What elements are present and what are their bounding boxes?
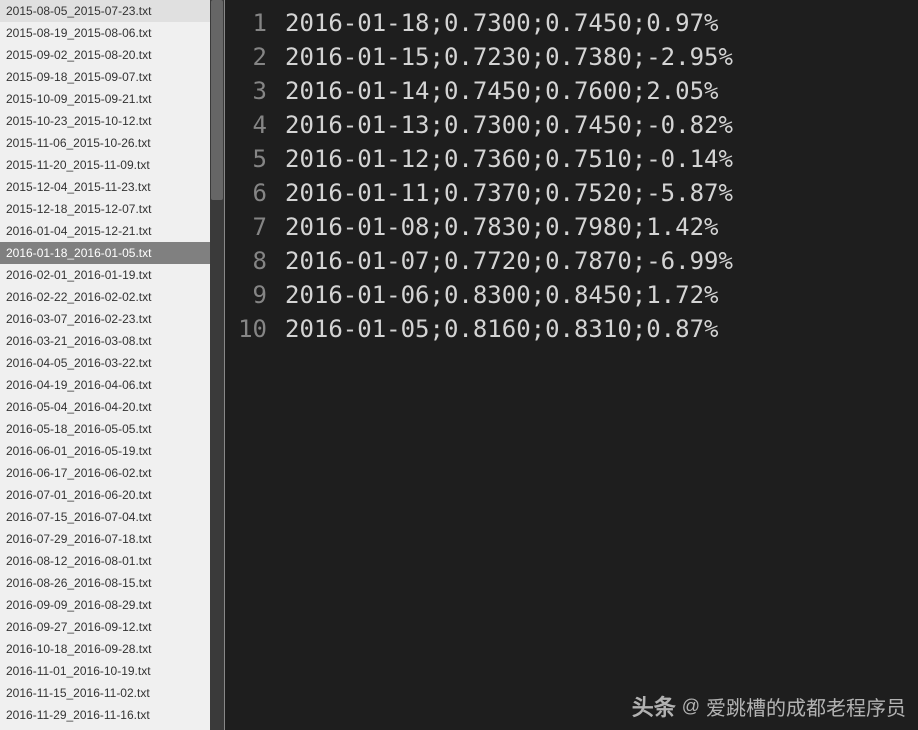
code-line[interactable]: 2016-01-07;0.7720;0.7870;-6.99% <box>285 244 918 278</box>
file-item[interactable]: 2016-01-04_2015-12-21.txt <box>0 220 224 242</box>
file-item[interactable]: 2016-06-17_2016-06-02.txt <box>0 462 224 484</box>
file-item[interactable]: 2016-11-29_2016-11-16.txt <box>0 704 224 726</box>
file-list: 2015-08-05_2015-07-23.txt2015-08-19_2015… <box>0 0 224 730</box>
file-item[interactable]: 2016-05-18_2016-05-05.txt <box>0 418 224 440</box>
code-line[interactable]: 2016-01-05;0.8160;0.8310;0.87% <box>285 312 918 346</box>
file-item[interactable]: 2016-07-15_2016-07-04.txt <box>0 506 224 528</box>
file-item[interactable]: 2015-09-18_2015-09-07.txt <box>0 66 224 88</box>
file-item[interactable]: 2016-08-26_2016-08-15.txt <box>0 572 224 594</box>
line-number: 4 <box>225 108 267 142</box>
file-item[interactable]: 2016-09-09_2016-08-29.txt <box>0 594 224 616</box>
file-item[interactable]: 2015-11-06_2015-10-26.txt <box>0 132 224 154</box>
code-line[interactable]: 2016-01-13;0.7300;0.7450;-0.82% <box>285 108 918 142</box>
code-line[interactable]: 2016-01-06;0.8300;0.8450;1.72% <box>285 278 918 312</box>
file-item[interactable]: 2016-04-05_2016-03-22.txt <box>0 352 224 374</box>
code-line[interactable]: 2016-01-12;0.7360;0.7510;-0.14% <box>285 142 918 176</box>
line-number: 1 <box>225 6 267 40</box>
code-line[interactable]: 2016-01-15;0.7230;0.7380;-2.95% <box>285 40 918 74</box>
file-item[interactable]: 2016-11-15_2016-11-02.txt <box>0 682 224 704</box>
file-sidebar[interactable]: 2015-08-05_2015-07-23.txt2015-08-19_2015… <box>0 0 225 730</box>
file-item[interactable]: 2015-10-09_2015-09-21.txt <box>0 88 224 110</box>
line-number: 9 <box>225 278 267 312</box>
file-item[interactable]: 2016-03-07_2016-02-23.txt <box>0 308 224 330</box>
file-item[interactable]: 2016-04-19_2016-04-06.txt <box>0 374 224 396</box>
file-item[interactable]: 2015-09-02_2015-08-20.txt <box>0 44 224 66</box>
line-number: 6 <box>225 176 267 210</box>
file-item[interactable]: 2015-10-23_2015-10-12.txt <box>0 110 224 132</box>
file-item[interactable]: 2016-01-18_2016-01-05.txt <box>0 242 224 264</box>
file-item[interactable]: 2016-12-13_2016-11-30.txt <box>0 726 224 730</box>
file-item[interactable]: 2016-07-01_2016-06-20.txt <box>0 484 224 506</box>
code-line[interactable]: 2016-01-18;0.7300;0.7450;0.97% <box>285 6 918 40</box>
sidebar-scrollbar-thumb[interactable] <box>211 0 223 200</box>
file-item[interactable]: 2016-09-27_2016-09-12.txt <box>0 616 224 638</box>
line-number: 2 <box>225 40 267 74</box>
sidebar-scrollbar-track[interactable] <box>210 0 224 730</box>
file-item[interactable]: 2016-02-22_2016-02-02.txt <box>0 286 224 308</box>
file-item[interactable]: 2016-07-29_2016-07-18.txt <box>0 528 224 550</box>
file-item[interactable]: 2016-02-01_2016-01-19.txt <box>0 264 224 286</box>
file-item[interactable]: 2016-08-12_2016-08-01.txt <box>0 550 224 572</box>
file-item[interactable]: 2015-08-05_2015-07-23.txt <box>0 0 224 22</box>
file-item[interactable]: 2016-10-18_2016-09-28.txt <box>0 638 224 660</box>
file-item[interactable]: 2016-05-04_2016-04-20.txt <box>0 396 224 418</box>
line-number: 8 <box>225 244 267 278</box>
code-line[interactable]: 2016-01-08;0.7830;0.7980;1.42% <box>285 210 918 244</box>
line-number: 7 <box>225 210 267 244</box>
line-number: 5 <box>225 142 267 176</box>
code-line[interactable]: 2016-01-14;0.7450;0.7600;2.05% <box>285 74 918 108</box>
file-item[interactable]: 2015-08-19_2015-08-06.txt <box>0 22 224 44</box>
watermark-logo: 头条 <box>632 690 676 722</box>
code-line[interactable]: 2016-01-11;0.7370;0.7520;-5.87% <box>285 176 918 210</box>
file-item[interactable]: 2016-03-21_2016-03-08.txt <box>0 330 224 352</box>
watermark-at: @ <box>682 696 700 717</box>
file-item[interactable]: 2016-11-01_2016-10-19.txt <box>0 660 224 682</box>
line-number-gutter: 12345678910 <box>225 6 281 730</box>
watermark-author: 爱跳槽的成都老程序员 <box>706 692 906 721</box>
watermark: 头条 @ 爱跳槽的成都老程序员 <box>632 690 906 722</box>
file-item[interactable]: 2015-12-18_2015-12-07.txt <box>0 198 224 220</box>
file-item[interactable]: 2015-11-20_2015-11-09.txt <box>0 154 224 176</box>
line-number: 3 <box>225 74 267 108</box>
file-item[interactable]: 2016-06-01_2016-05-19.txt <box>0 440 224 462</box>
line-number: 10 <box>225 312 267 346</box>
code-editor[interactable]: 12345678910 2016-01-18;0.7300;0.7450;0.9… <box>225 0 918 730</box>
file-item[interactable]: 2015-12-04_2015-11-23.txt <box>0 176 224 198</box>
code-content[interactable]: 2016-01-18;0.7300;0.7450;0.97%2016-01-15… <box>281 6 918 730</box>
